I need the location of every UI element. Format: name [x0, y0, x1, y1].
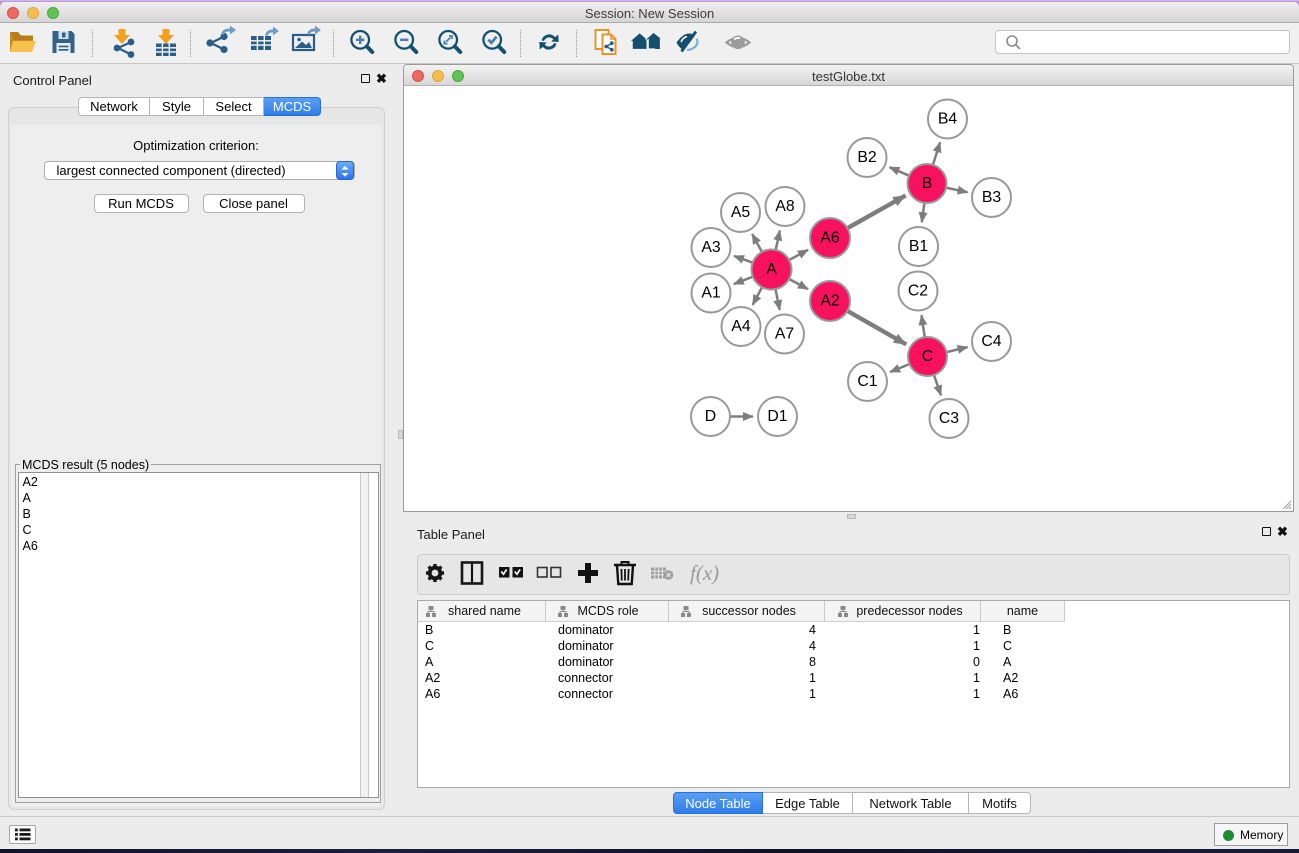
svg-text:A8: A8 [775, 198, 795, 215]
svg-text:A4: A4 [731, 318, 751, 335]
svg-text:A: A [766, 261, 777, 278]
svg-text:C2: C2 [908, 283, 928, 300]
svg-text:B3: B3 [982, 189, 1002, 206]
svg-text:D: D [705, 408, 716, 425]
svg-text:B: B [922, 175, 933, 192]
svg-text:A1: A1 [701, 285, 721, 302]
svg-text:A2: A2 [820, 293, 839, 310]
svg-text:D1: D1 [767, 408, 787, 425]
svg-text:C1: C1 [857, 373, 877, 390]
svg-text:A6: A6 [820, 230, 840, 247]
svg-text:B1: B1 [909, 238, 929, 255]
svg-text:A3: A3 [701, 239, 721, 256]
svg-text:B4: B4 [938, 111, 958, 128]
svg-text:A5: A5 [731, 204, 751, 221]
svg-text:B2: B2 [857, 149, 876, 166]
svg-text:C: C [922, 348, 933, 365]
svg-text:C4: C4 [981, 333, 1001, 350]
svg-text:C3: C3 [939, 410, 959, 427]
svg-text:f(x): f(x) [690, 561, 719, 585]
svg-text:A7: A7 [775, 326, 794, 343]
